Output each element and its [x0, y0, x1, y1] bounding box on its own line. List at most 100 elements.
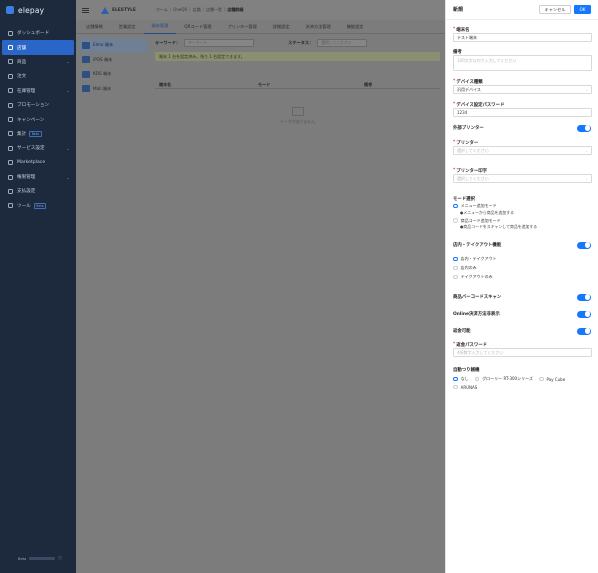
cash-option-arunas[interactable]: ARUNAS — [453, 385, 477, 390]
sidebar-item-label: 権限管理 — [17, 175, 36, 181]
logo[interactable]: elepay — [0, 0, 76, 20]
cash-option-label: なし — [460, 376, 469, 381]
device-icon — [82, 85, 90, 93]
breadcrumb-oneqr[interactable]: OneQR — [173, 7, 187, 13]
sidebar-item-service-settings[interactable]: サービス設定 ⌄ — [0, 141, 76, 155]
chevron-down-icon: ⌄ — [584, 148, 588, 153]
device-type-item[interactable]: Mall 端末 — [79, 82, 147, 97]
tab-business-settings[interactable]: 営業設定 — [111, 20, 144, 34]
tab-detail-settings[interactable]: 詳細設定 — [265, 20, 298, 34]
device-type-select[interactable]: 汎用デバイス ⌄ — [453, 85, 592, 94]
column-mode: モード — [258, 81, 271, 87]
chevron-down-icon: ⌄ — [66, 145, 70, 151]
sidebar-item-permissions[interactable]: 権限管理 ⌄ — [0, 170, 76, 184]
footer-version-bar — [29, 557, 56, 560]
ok-button[interactable]: OK — [574, 5, 591, 14]
refund-label: 返金可能 — [453, 329, 471, 334]
refund-password-input[interactable]: 4桁数字入力してください — [453, 348, 592, 357]
sidebar-item-promotion[interactable]: プロモーション — [0, 98, 76, 112]
device-type-label-text: デバイス種類 — [456, 79, 483, 85]
keyword-label: キーワード： — [155, 40, 181, 45]
campaign-icon — [8, 117, 13, 123]
cash-option-none[interactable]: なし — [453, 376, 469, 382]
drawer-header: 新規 キャンセル OK — [446, 0, 598, 20]
cash-option-label: ARUNAS — [460, 384, 478, 390]
refund-row: 返金可能 — [453, 326, 591, 336]
printer-placeholder: 選択してください — [457, 147, 489, 153]
device-type-item[interactable]: iPOS 端末 — [79, 53, 147, 68]
sidebar-item-products[interactable]: 商品 ⌄ — [0, 55, 76, 69]
logo-text: elepay — [18, 5, 45, 15]
tab-feature-settings[interactable]: 機能設定 — [339, 20, 372, 34]
breadcrumb-home[interactable]: ホーム — [156, 7, 168, 13]
eatin-option-label: 店内のみ — [460, 265, 477, 270]
device-type-item[interactable]: KDS 端末 — [79, 67, 147, 82]
name-input[interactable]: テスト端末 — [453, 33, 592, 42]
tab-bar: 店舗情報 営業設定 端末管理 QRコード管理 プリンター管理 詳細設定 決済方法… — [76, 20, 445, 34]
eatin-option-out[interactable]: テイクアウトのみ — [453, 273, 591, 281]
note-label: 備考 — [453, 49, 462, 55]
sidebar-item-inventory[interactable]: 在庫管理 ⌄ — [0, 84, 76, 98]
printer-select[interactable]: 選択してください ⌄ — [453, 146, 592, 155]
eatin-option-label: テイクアウトのみ — [460, 274, 493, 279]
store-icon — [8, 45, 13, 51]
status-select[interactable]: 選択してください — [317, 39, 368, 47]
tab-store-info[interactable]: 店舗情報 — [78, 20, 111, 34]
info-icon: ⓘ — [58, 556, 62, 560]
sidebar-item-tools[interactable]: ツール Beta — [0, 199, 76, 213]
sidebar-item-orders[interactable]: 注文 — [0, 69, 76, 83]
external-printer-row: 外部プリンター — [453, 123, 591, 133]
mode-option-label: メニュー追加モード — [460, 203, 497, 208]
keyword-input[interactable]: キーワード — [184, 39, 255, 47]
eatin-switch[interactable] — [577, 241, 591, 249]
printer-label: * プリンター — [453, 139, 591, 146]
sidebar-item-payment-settings[interactable]: 支払設定 — [0, 184, 76, 198]
sidebar-item-dashboard[interactable]: ダッシュボード — [0, 26, 76, 40]
column-note: 備考 — [364, 81, 373, 87]
barcode-switch[interactable] — [577, 293, 591, 301]
device-password-input[interactable]: 1234 — [453, 108, 592, 117]
device-type-label: iPOS 端末 — [93, 56, 113, 62]
device-type-item[interactable]: Elmo 端末 — [79, 38, 147, 53]
breadcrumb-separator: / — [169, 7, 172, 12]
tab-qr-management[interactable]: QRコード管理 — [176, 20, 219, 34]
printer-print-select[interactable]: 選択してください ⌄ — [453, 174, 592, 183]
tab-printer-management[interactable]: プリンター管理 — [219, 20, 264, 34]
inventory-icon — [8, 88, 13, 94]
sidebar-item-store[interactable]: 店舗 — [2, 40, 74, 55]
cash-option-glory[interactable]: グローリー RT-300シリーズ — [474, 376, 533, 382]
footer-label: Beta — [18, 556, 27, 561]
device-password-label-text: デバイス設定パスワード — [456, 102, 505, 108]
lock-icon — [8, 174, 13, 180]
tab-device-management[interactable]: 端末管理 — [143, 20, 177, 34]
sidebar-item-analytics[interactable]: 集計 Beta — [0, 127, 76, 141]
refund-switch[interactable] — [577, 327, 591, 335]
online-switch[interactable] — [577, 310, 591, 318]
eatin-option-both[interactable]: 店内・テイクアウト — [453, 255, 591, 263]
device-type-list: Elmo 端末 iPOS 端末 KDS 端末 Mall 端末 — [76, 34, 150, 125]
cancel-button[interactable]: キャンセル — [539, 5, 571, 14]
eatin-option-in[interactable]: 店内のみ — [453, 264, 591, 272]
external-printer-switch[interactable] — [577, 124, 591, 132]
breadcrumb-store[interactable]: 店舗 — [193, 7, 201, 13]
cash-machine-options: なし グローリー RT-300シリーズ Pay Cube — [453, 375, 591, 383]
breadcrumb-store-list[interactable]: 店舗一覧 — [206, 7, 222, 13]
order-icon — [8, 73, 13, 79]
sidebar-item-label: キャンペーン — [17, 117, 45, 123]
sidebar-item-marketplace[interactable]: Marketplace — [0, 156, 76, 170]
sidebar-item-label: 注文 — [17, 74, 27, 80]
mode-option-desc: ●メニューから商品を追加する — [460, 209, 514, 215]
radio-selected-icon — [453, 203, 458, 209]
tab-payment-methods[interactable]: 決済方法管理 — [298, 20, 339, 34]
device-type-label: Mall 端末 — [93, 85, 112, 91]
chart-icon — [8, 131, 13, 137]
eatin-option-label: 店内・テイクアウト — [460, 256, 497, 261]
sidebar-item-label: 商品 — [17, 59, 27, 65]
note-textarea[interactable]: 100文字以内で入力してください — [453, 55, 592, 71]
radio-icon — [453, 218, 458, 223]
menu-icon[interactable] — [82, 7, 89, 13]
cash-option-paycube[interactable]: Pay Cube — [538, 377, 565, 382]
device-icon — [82, 70, 90, 78]
dashboard-icon — [8, 30, 13, 36]
sidebar-item-campaign[interactable]: キャンペーン — [0, 112, 76, 126]
